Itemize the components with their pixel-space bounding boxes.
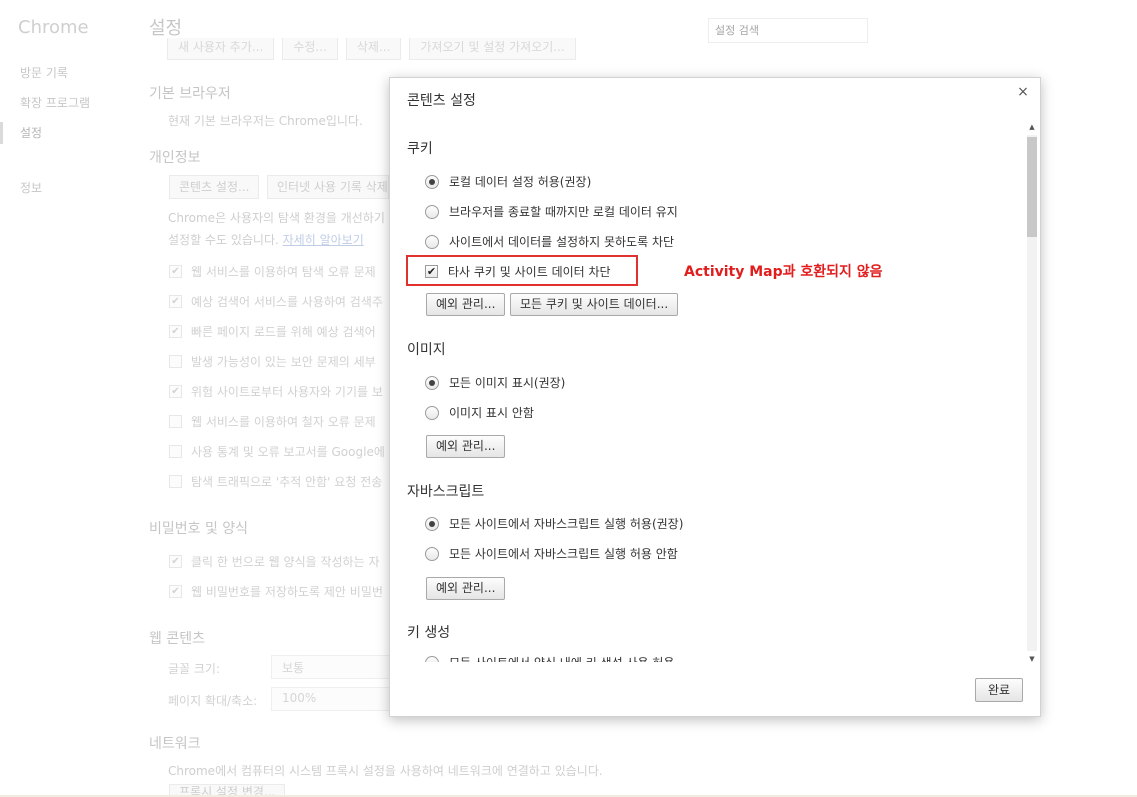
images-heading: 이미지 <box>407 342 446 358</box>
cookies-exceptions-button[interactable]: 예외 관리... <box>426 293 506 316</box>
dialog-scrollbar[interactable]: ▲ ▼ <box>1026 121 1038 665</box>
scroll-down-arrow-icon[interactable]: ▼ <box>1027 653 1037 665</box>
javascript-exceptions-button[interactable]: 예외 관리... <box>426 577 506 600</box>
radio-selected-icon <box>425 375 439 390</box>
block-third-party-cookies-checkbox[interactable]: ✔ 타사 쿠키 및 사이트 데이터 차단 <box>425 263 611 280</box>
javascript-heading: 자바스크립트 <box>407 484 485 500</box>
keygen-heading: 키 생성 <box>407 625 451 641</box>
keygen-radio-allow[interactable]: 모든 사이트에서 양식 내에 키 생성 사용 허용 <box>425 654 674 662</box>
scrollbar-thumb[interactable] <box>1027 137 1037 237</box>
radio-icon <box>425 204 439 219</box>
dialog-content: 쿠키 로컬 데이터 설정 허용(권장) 브라우저를 종료할 때까지만 로컬 데이… <box>390 122 1024 662</box>
cookies-radio-session-only[interactable]: 브라우저를 종료할 때까지만 로컬 데이터 유지 <box>425 203 678 220</box>
radio-icon <box>425 405 439 420</box>
annotation-text: Activity Map과 호환되지 않음 <box>684 264 883 280</box>
dialog-title: 콘텐츠 설정 <box>407 93 476 109</box>
images-exceptions-button[interactable]: 예외 관리... <box>426 435 506 458</box>
images-radio-show-all[interactable]: 모든 이미지 표시(권장) <box>425 374 565 391</box>
all-cookies-button[interactable]: 모든 쿠키 및 사이트 데이터... <box>510 293 679 316</box>
javascript-radio-allow[interactable]: 모든 사이트에서 자바스크립트 실행 허용(권장) <box>425 515 683 532</box>
cookies-radio-allow[interactable]: 로컬 데이터 설정 허용(권장) <box>425 173 591 190</box>
checkmark-icon: ✔ <box>425 265 438 278</box>
radio-icon <box>425 546 439 561</box>
content-settings-dialog: 콘텐츠 설정 × 쿠키 로컬 데이터 설정 허용(권장) 브라우저를 종료할 때… <box>389 77 1041 717</box>
close-icon[interactable]: × <box>1014 83 1032 101</box>
radio-icon <box>425 655 439 662</box>
cookies-heading: 쿠키 <box>407 141 433 157</box>
radio-selected-icon <box>425 174 439 189</box>
radio-selected-icon <box>425 516 439 531</box>
images-radio-hide[interactable]: 이미지 표시 안함 <box>425 404 534 421</box>
done-button[interactable]: 완료 <box>975 678 1024 702</box>
cookies-radio-block[interactable]: 사이트에서 데이터를 설정하지 못하도록 차단 <box>425 233 674 250</box>
scroll-up-arrow-icon[interactable]: ▲ <box>1027 121 1037 133</box>
javascript-radio-block[interactable]: 모든 사이트에서 자바스크립트 실행 허용 안함 <box>425 545 678 562</box>
radio-icon <box>425 234 439 249</box>
